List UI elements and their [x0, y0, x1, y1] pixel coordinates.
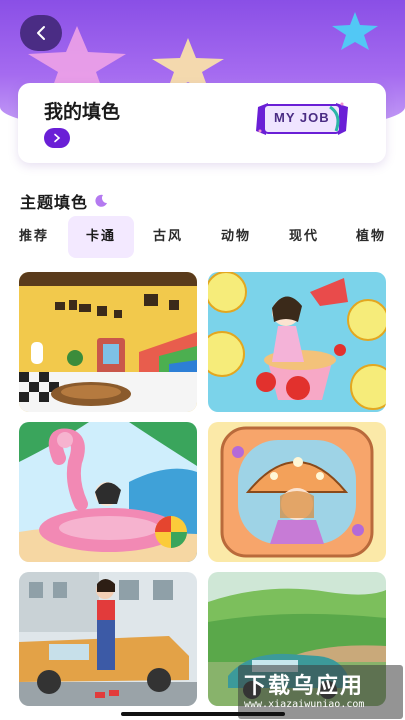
chevron-right-icon [54, 133, 61, 143]
street-girl-car-artwork[interactable] [19, 572, 197, 706]
my-coloring-title: 我的填色 [44, 101, 121, 123]
watermark-title: 下载乌应用 [244, 674, 365, 699]
section-header: 主题填色 [20, 189, 108, 213]
room-interior-artwork[interactable] [19, 272, 197, 412]
my-coloring-card[interactable]: 我的填色 MY JOB [18, 83, 386, 163]
category-tabs: 推荐 卡通 古风 动物 现代 植物 [0, 216, 405, 258]
mushroom-girl-artwork[interactable] [208, 422, 386, 562]
tab-animal[interactable]: 动物 [210, 216, 262, 258]
back-button[interactable] [20, 15, 62, 51]
my-coloring-go-button[interactable] [44, 128, 70, 148]
moon-icon [95, 194, 108, 207]
my-job-badge: MY JOB [256, 101, 348, 137]
watermark-url: www.xiazaiwuniao.com [244, 699, 365, 710]
tab-modern[interactable]: 现代 [278, 216, 330, 258]
section-title: 主题填色 [20, 193, 89, 212]
star-blue-decoration [332, 12, 378, 50]
watermark: 下载乌应用 www.xiazaiwuniao.com [238, 665, 403, 719]
home-indicator[interactable] [121, 712, 285, 716]
chevron-left-icon [37, 26, 45, 40]
flamingo-beach-artwork[interactable] [19, 422, 197, 562]
tab-cartoon[interactable]: 卡通 [68, 216, 134, 258]
tab-recommended[interactable]: 推荐 [8, 216, 60, 258]
tab-plant[interactable]: 植物 [345, 216, 397, 258]
my-job-badge-text: MY JOB [274, 110, 330, 125]
tab-ancient[interactable]: 古风 [142, 216, 194, 258]
fruit-girl-artwork[interactable] [208, 272, 386, 412]
